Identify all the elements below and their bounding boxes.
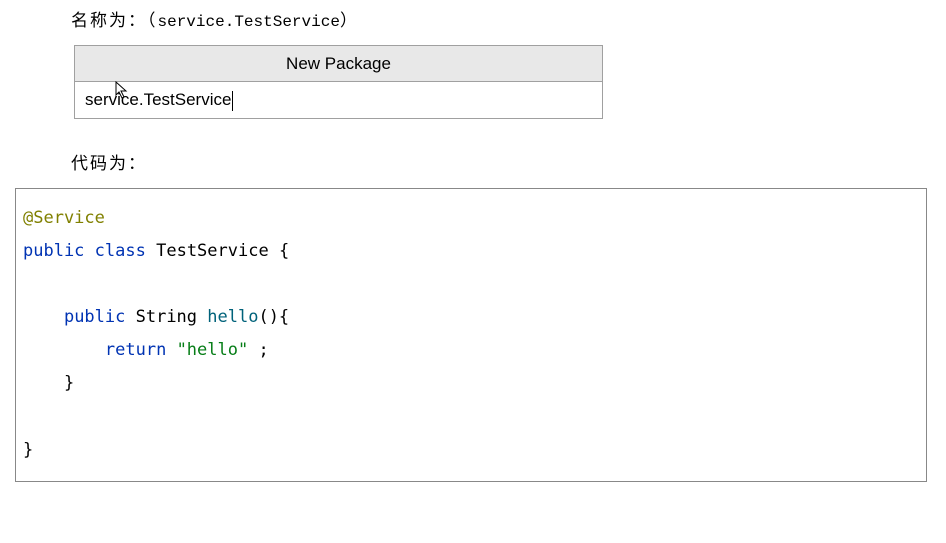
string-token: "hello" [177, 340, 249, 360]
input-value: service.TestService [85, 90, 231, 109]
keyword-return: return [105, 340, 166, 360]
name-value: service.TestService [158, 13, 340, 31]
text-caret [232, 91, 233, 111]
close-class: } [23, 440, 33, 460]
parens-brace: (){ [258, 307, 289, 327]
indent [23, 307, 64, 327]
dialog-title: New Package [75, 46, 603, 82]
new-package-dialog: New Package service.TestService [74, 45, 603, 119]
package-name-input[interactable]: service.TestService [75, 82, 603, 119]
semicolon: ; [248, 340, 268, 360]
close-method: } [23, 373, 74, 393]
code-block: @Service public class TestService { publ… [15, 188, 927, 482]
classname-token: TestService [156, 241, 269, 261]
code-heading: 代码为： [71, 149, 946, 174]
name-heading: 名称为：（service.TestService） [71, 6, 946, 31]
name-suffix: ） [340, 11, 359, 30]
keyword-public: public [23, 241, 84, 261]
brace-open: { [269, 241, 289, 261]
annotation-token: @Service [23, 208, 105, 228]
name-prefix: 名称为：（ [71, 11, 158, 30]
space [166, 340, 176, 360]
keyword-class: class [95, 241, 146, 261]
keyword-public: public [64, 307, 125, 327]
method-token: hello [207, 307, 258, 327]
indent [23, 340, 105, 360]
rettype-token: String [125, 307, 207, 327]
